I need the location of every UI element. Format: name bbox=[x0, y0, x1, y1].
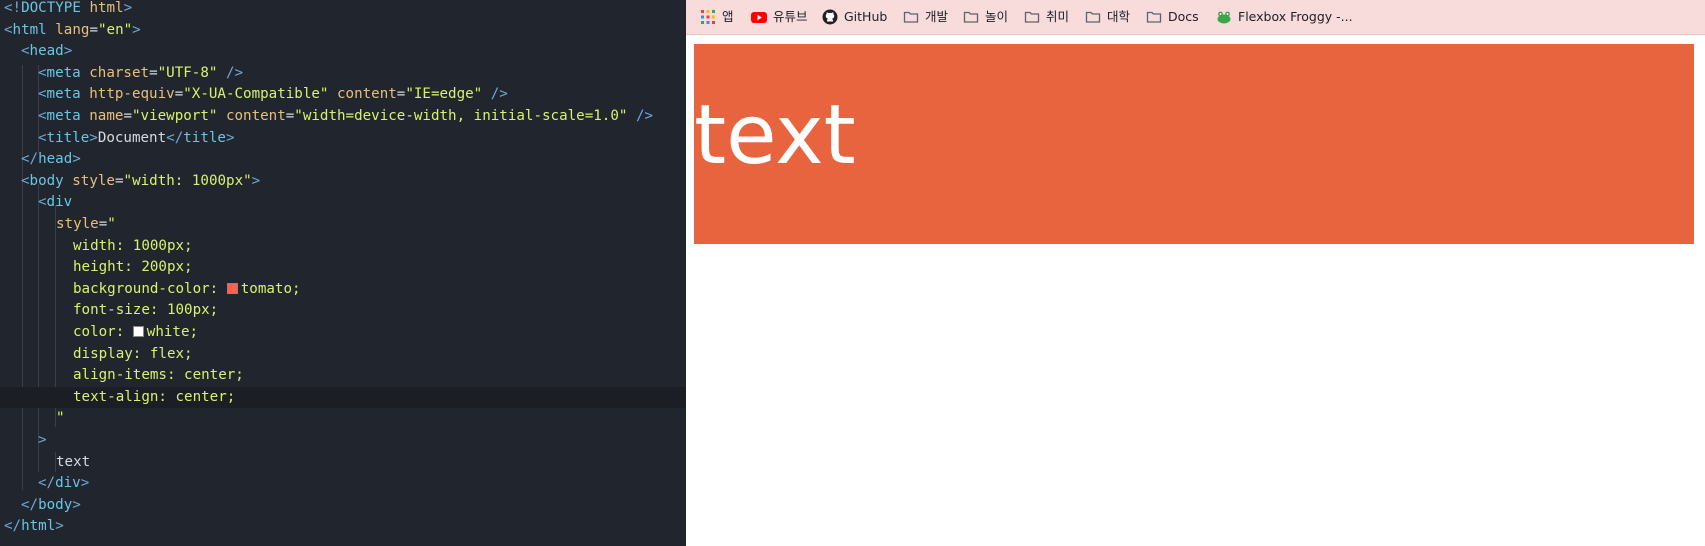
code-line: <head> bbox=[21, 43, 73, 60]
code-line: </head> bbox=[21, 151, 81, 168]
code-line: style=" bbox=[56, 216, 116, 232]
code-line: <html lang="en"> bbox=[4, 21, 141, 38]
bookmark-label: 대학 bbox=[1107, 9, 1131, 24]
code-line: <div bbox=[38, 194, 73, 211]
bookmark-folder-play[interactable]: 놀이 bbox=[963, 8, 1008, 26]
bookmark-label: 놀이 bbox=[985, 9, 1009, 24]
code-line: </div> bbox=[38, 475, 90, 492]
github-icon bbox=[822, 9, 838, 25]
code-line: <body style="width: 1000px"> bbox=[21, 172, 261, 189]
code-line: width: 1000px; bbox=[73, 237, 193, 254]
code-line: " bbox=[56, 410, 65, 427]
demo-text: text bbox=[694, 88, 856, 183]
bookmark-label: GitHub bbox=[844, 9, 888, 24]
code-line: display: flex; bbox=[73, 345, 193, 362]
browser-window: 앱 유튜브 GitHub 개발 놀이 취미 대학 Docs Flexbox Fr… bbox=[686, 0, 1705, 546]
code-line: </body> bbox=[21, 496, 81, 513]
bookmark-label: 취미 bbox=[1046, 9, 1070, 24]
color-swatch-tomato[interactable] bbox=[226, 282, 238, 294]
code-line: align-items: center; bbox=[73, 367, 244, 384]
folder-icon bbox=[903, 11, 919, 23]
folder-icon bbox=[1146, 11, 1162, 23]
youtube-icon bbox=[751, 12, 767, 23]
code-line: font-size: 100px; bbox=[73, 302, 219, 319]
code-line: </html> bbox=[4, 518, 64, 535]
bookmark-label: 개발 bbox=[925, 9, 949, 24]
indent-guide bbox=[22, 65, 23, 490]
bookmarks-bar: 앱 유튜브 GitHub 개발 놀이 취미 대학 Docs Flexbox Fr… bbox=[686, 0, 1705, 35]
code-line: > bbox=[38, 432, 47, 448]
code-line: <!DOCTYPE html> bbox=[4, 0, 133, 16]
bookmark-label: 유튜브 bbox=[773, 9, 808, 24]
indent-guide bbox=[38, 184, 39, 472]
bookmark-folder-docs[interactable]: Docs bbox=[1146, 8, 1199, 26]
code-line: height: 200px; bbox=[73, 259, 193, 276]
code-line: background-color: tomato; bbox=[73, 280, 301, 297]
tomato-demo-box: text bbox=[694, 44, 1694, 244]
bookmark-label: Flexbox Froggy -... bbox=[1238, 9, 1353, 24]
code-line: <meta charset="UTF-8" /> bbox=[38, 64, 244, 81]
frog-icon bbox=[1217, 11, 1231, 24]
code-line-current[interactable]: text-align: center; bbox=[0, 386, 686, 409]
bookmark-label: Docs bbox=[1168, 9, 1199, 24]
code-line: text bbox=[56, 453, 91, 470]
bookmark-folder-hobby[interactable]: 취미 bbox=[1024, 8, 1069, 26]
bookmark-folder-dev[interactable]: 개발 bbox=[903, 8, 948, 26]
code-editor[interactable]: <!DOCTYPE html> <html lang="en"> <head> … bbox=[0, 0, 686, 546]
code-line: <meta name="viewport" content="width=dev… bbox=[38, 108, 654, 124]
code-line: <title>Document</title> bbox=[38, 129, 235, 146]
bookmark-youtube[interactable]: 유튜브 bbox=[751, 8, 808, 26]
bookmark-github[interactable]: GitHub bbox=[822, 8, 887, 26]
bookmark-flexbox-froggy[interactable]: Flexbox Froggy -... bbox=[1216, 8, 1353, 26]
color-swatch-white[interactable] bbox=[132, 326, 144, 337]
bookmark-apps[interactable]: 앱 bbox=[700, 8, 734, 26]
code-line: color: white; bbox=[73, 324, 199, 340]
code-line: <meta http-equiv="X-UA-Compatible" conte… bbox=[38, 86, 508, 103]
folder-icon bbox=[963, 11, 979, 23]
bookmark-label: 앱 bbox=[722, 9, 734, 24]
folder-icon bbox=[1085, 11, 1101, 23]
apps-grid-icon bbox=[701, 10, 715, 24]
folder-icon bbox=[1024, 11, 1040, 23]
bookmark-folder-college[interactable]: 대학 bbox=[1085, 8, 1130, 26]
